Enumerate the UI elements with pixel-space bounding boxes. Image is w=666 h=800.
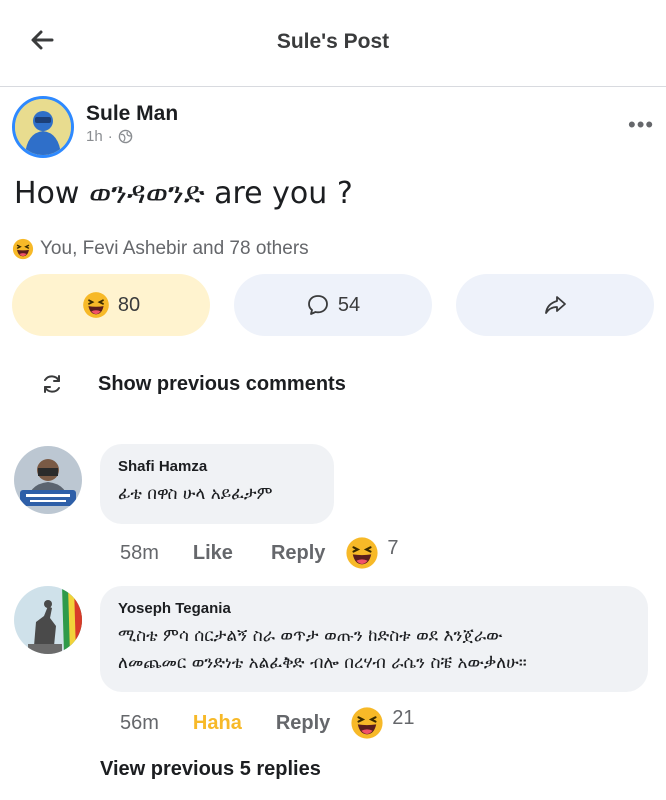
show-previous-comments-label: Show previous comments bbox=[98, 372, 346, 395]
comment-actions: 56m Haha Reply 21 bbox=[120, 706, 415, 740]
author-avatar[interactable] bbox=[12, 96, 74, 158]
meta-separator: · bbox=[107, 128, 113, 145]
post-author-name[interactable]: Sule Man bbox=[86, 102, 178, 126]
comment-count: 54 bbox=[337, 293, 361, 316]
comment-text: ፊቴ በዋስ ሁላ አይፈታም bbox=[118, 484, 273, 504]
globe-icon bbox=[118, 129, 132, 144]
haha-emoji-icon bbox=[83, 292, 109, 318]
comment-reaction-count: 21 bbox=[392, 706, 415, 729]
commenter-name[interactable]: Yoseph Tegania bbox=[118, 600, 630, 617]
comment-text-line: ለመጨመር ወንድነቴ አልፈቅድ ብሎ በረሃብ ራሴን ስቼ አውቃለሁ። bbox=[118, 653, 527, 674]
reply-button[interactable]: Reply bbox=[276, 712, 330, 735]
comment-bubble[interactable]: Shafi Hamza ፊቴ በዋስ ሁላ አይፈታም bbox=[100, 444, 334, 524]
share-button[interactable] bbox=[456, 274, 654, 336]
comment-text: ሚስቴ ምሳ ሰርታልኝ ስራ ወጥታ ወጡን ከድስቱ ወደ እንጀራው ለመ… bbox=[118, 623, 630, 677]
commenter-name[interactable]: Shafi Hamza bbox=[118, 458, 316, 475]
more-options-icon[interactable]: ••• bbox=[628, 112, 654, 138]
reactions-summary-text: You, Fevi Ashebir and 78 others bbox=[40, 238, 309, 259]
like-button[interactable]: Like bbox=[193, 542, 233, 565]
comment-reaction-count: 7 bbox=[387, 536, 399, 559]
post-text: How ወንዳወንድ are you ? bbox=[14, 176, 353, 211]
reactions-summary[interactable]: You, Fevi Ashebir and 78 others bbox=[12, 238, 309, 260]
haha-reacted-button[interactable]: Haha bbox=[193, 712, 242, 735]
haha-emoji-icon[interactable] bbox=[345, 536, 379, 570]
haha-emoji-icon bbox=[12, 238, 34, 260]
commenter-avatar[interactable] bbox=[14, 586, 82, 654]
comment-bubble-icon bbox=[307, 295, 328, 315]
reaction-count: 80 bbox=[117, 293, 141, 316]
refresh-icon bbox=[44, 375, 60, 393]
page-title: Sule's Post bbox=[276, 30, 390, 53]
comment-button[interactable]: 54 bbox=[234, 274, 432, 336]
comment-time[interactable]: 56m bbox=[120, 712, 159, 735]
show-previous-comments[interactable]: Show previous comments bbox=[40, 372, 346, 396]
view-previous-replies[interactable]: View previous 5 replies bbox=[100, 758, 321, 781]
reply-button[interactable]: Reply bbox=[271, 542, 325, 565]
haha-emoji-icon[interactable] bbox=[350, 706, 384, 740]
haha-reaction-button[interactable]: 80 bbox=[12, 274, 210, 336]
comment-bubble[interactable]: Yoseph Tegania ሚስቴ ምሳ ሰርታልኝ ስራ ወጥታ ወጡን ከ… bbox=[100, 586, 648, 692]
post-meta: 1h · bbox=[86, 128, 133, 145]
share-arrow-icon bbox=[545, 296, 566, 314]
post-time[interactable]: 1h bbox=[86, 128, 103, 145]
comment-time[interactable]: 58m bbox=[120, 542, 159, 565]
commenter-avatar[interactable] bbox=[14, 446, 82, 514]
comment-text-line: ሚስቴ ምሳ ሰርታልኝ ስራ ወጥታ ወጡን ከድስቱ ወደ እንጀራው bbox=[118, 626, 503, 646]
comment-actions: 58m Like Reply 7 bbox=[120, 536, 399, 570]
